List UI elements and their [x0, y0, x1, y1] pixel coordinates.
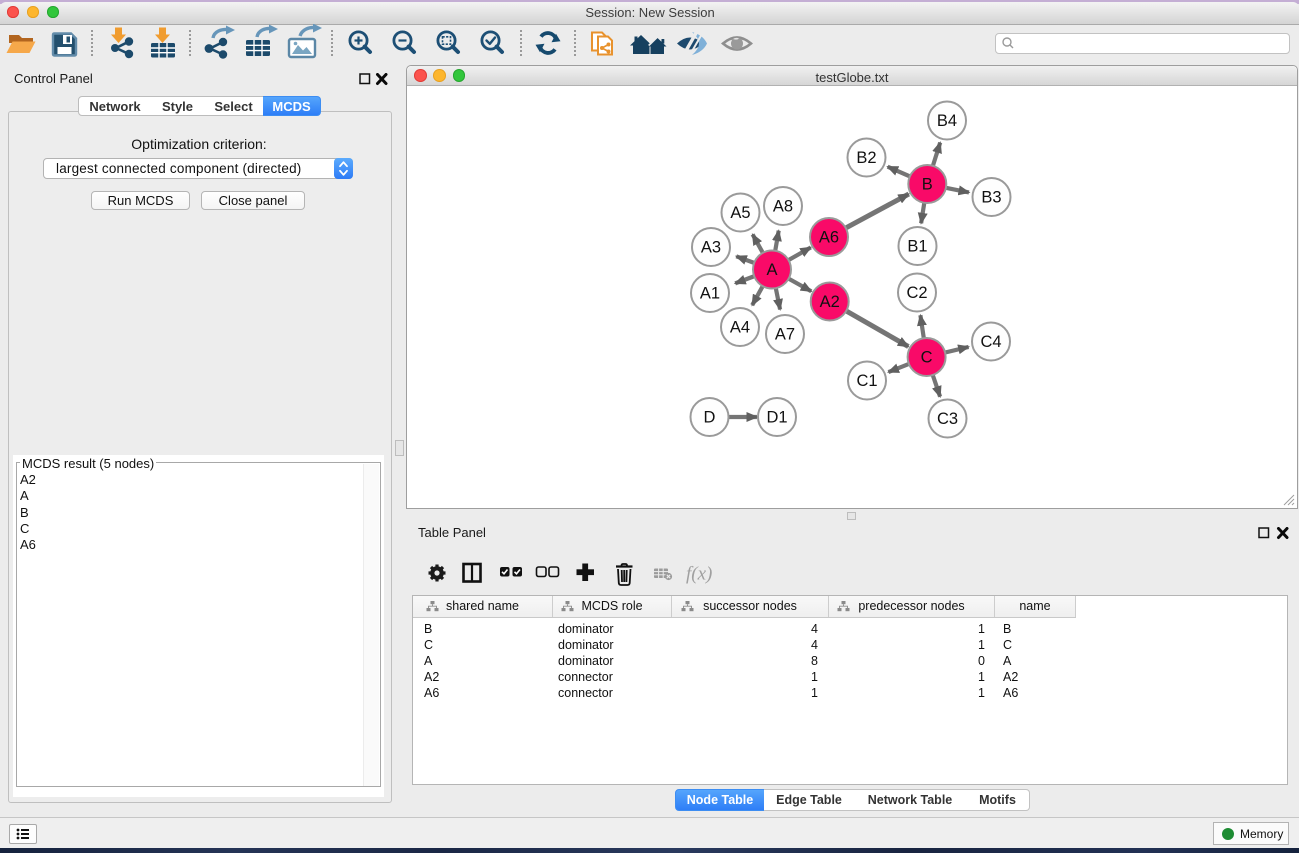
- svg-text:A2: A2: [820, 293, 840, 311]
- svg-text:B: B: [922, 176, 933, 194]
- svg-text:A5: A5: [730, 204, 750, 222]
- svg-text:B3: B3: [981, 189, 1001, 207]
- svg-text:D1: D1: [766, 409, 787, 427]
- svg-text:A7: A7: [775, 326, 795, 344]
- svg-text:A3: A3: [701, 239, 721, 257]
- svg-text:A6: A6: [819, 229, 839, 247]
- svg-text:A1: A1: [700, 285, 720, 303]
- svg-text:D: D: [704, 409, 716, 427]
- svg-text:C2: C2: [906, 284, 927, 302]
- svg-text:f(x): f(x): [686, 564, 712, 585]
- svg-text:A: A: [766, 261, 777, 279]
- svg-text:C3: C3: [937, 410, 958, 428]
- svg-text:C: C: [921, 349, 933, 367]
- svg-text:C1: C1: [856, 372, 877, 390]
- svg-text:B1: B1: [907, 238, 927, 256]
- svg-text:A8: A8: [773, 198, 793, 216]
- svg-text:B2: B2: [856, 149, 876, 167]
- svg-text:C4: C4: [980, 333, 1001, 351]
- svg-text:A4: A4: [730, 319, 750, 337]
- svg-text:B4: B4: [937, 112, 957, 130]
